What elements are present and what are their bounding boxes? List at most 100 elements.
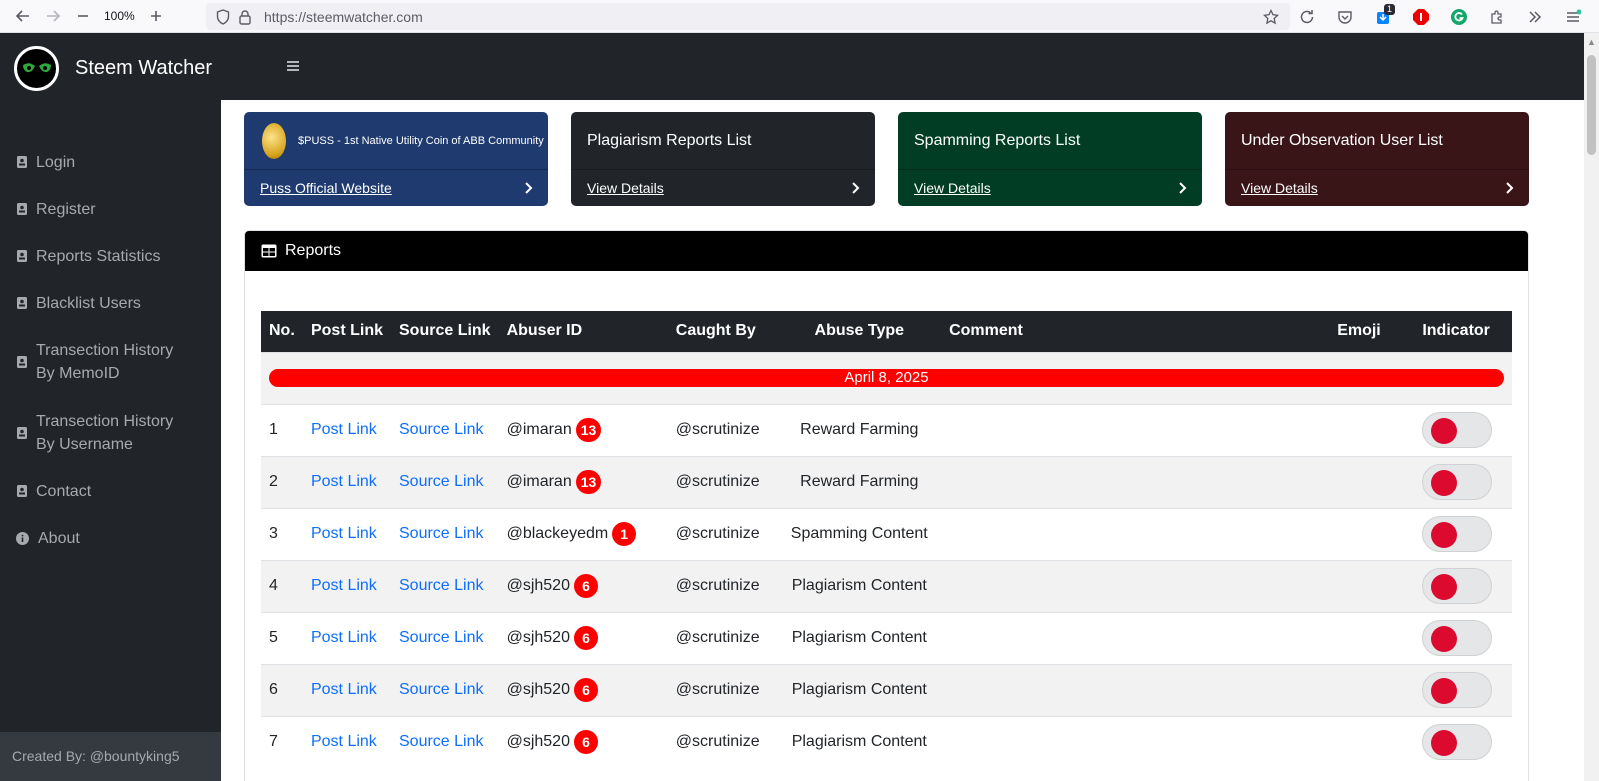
source-link[interactable]: Source Link [399,733,484,750]
card-footer[interactable]: Puss Official Website [244,169,548,206]
card-spamming-reports: Spamming Reports List View Details [898,112,1202,206]
lock-icon[interactable] [234,9,256,25]
column-header[interactable]: Comment [941,311,1330,352]
source-link[interactable]: Source Link [399,629,484,646]
extension-download-icon[interactable]: 1 [1367,3,1399,30]
indicator-toggle[interactable] [1422,412,1493,448]
abuser-id[interactable]: @sjh520 [507,733,570,750]
abuse-count-badge: 13 [575,418,602,442]
back-icon[interactable] [8,3,38,29]
post-link[interactable]: Post Link [311,629,377,646]
caught-by: @scrutinize [667,403,778,456]
card-header: Under Observation User List [1241,131,1443,149]
forward-icon[interactable] [38,3,68,29]
shield-icon[interactable] [212,8,234,25]
card-plagiarism-reports: Plagiarism Reports List View Details [571,112,875,206]
indicator-toggle[interactable] [1422,672,1493,708]
indicator-toggle[interactable] [1422,464,1493,500]
card-footer[interactable]: View Details [571,169,875,206]
sidebar-item-blacklist-users[interactable]: Blacklist Users [16,292,141,315]
post-link[interactable]: Post Link [311,577,377,594]
site-logo[interactable] [14,46,59,91]
url-bar[interactable]: https://steemwatcher.com [206,3,1290,30]
brand-title[interactable]: Steem Watcher [75,57,212,80]
indicator-toggle[interactable] [1422,724,1493,761]
zoom-level[interactable]: 100% [98,9,141,23]
scroll-thumb[interactable] [1587,55,1596,155]
source-link[interactable]: Source Link [399,525,484,542]
post-link[interactable]: Post Link [311,681,377,698]
post-link[interactable]: Post Link [311,421,377,438]
card-header: $PUSS - 1st Native Utility Coin of ABB C… [244,112,548,169]
card-footer[interactable]: View Details [898,169,1202,206]
sidebar-item-reports-statistics[interactable]: Reports Statistics [16,245,160,268]
address-card-icon [17,250,27,262]
sidebar-item-transaction-history-username[interactable]: Transection History By Username [16,410,196,456]
indicator-toggle[interactable] [1422,516,1493,552]
abuser-id[interactable]: @imaran [507,421,572,438]
extension-badge: 1 [1383,3,1395,15]
reload-icon[interactable] [1291,4,1323,30]
chevron-right-icon[interactable] [524,182,534,194]
sidebar-item-about[interactable]: About [16,527,80,550]
app-menu-icon[interactable] [1557,4,1589,30]
zoom-out-icon[interactable] [68,3,98,29]
column-header[interactable]: Indicator [1414,311,1512,352]
abuser-id[interactable]: @imaran [507,473,572,490]
card-link[interactable]: Puss Official Website [260,180,392,196]
grammarly-icon[interactable] [1443,4,1475,30]
column-header[interactable]: No. [261,311,303,352]
row-number: 4 [261,559,303,612]
abuse-count-badge: 6 [573,730,598,755]
column-header[interactable]: Abuse Type [777,311,942,352]
source-link[interactable]: Source Link [399,421,484,438]
overflow-chevron-icon[interactable] [1519,4,1551,30]
sidebar-item-contact[interactable]: Contact [16,480,91,503]
abuser-id[interactable]: @sjh520 [507,629,570,646]
card-footer[interactable]: View Details [1225,169,1529,206]
abuser-id[interactable]: @sjh520 [507,681,570,698]
column-header[interactable]: Caught By [667,311,778,352]
emoji-cell [1329,611,1415,664]
column-header[interactable]: Post Link [302,311,391,352]
abuser-id[interactable]: @blackeyedm [507,525,609,542]
hamburger-menu-icon[interactable] [286,57,300,78]
abuser-id[interactable]: @sjh520 [507,577,570,594]
post-link[interactable]: Post Link [311,733,377,750]
source-link[interactable]: Source Link [399,577,484,594]
card-link[interactable]: View Details [587,180,664,196]
post-link[interactable]: Post Link [311,473,377,490]
emoji-cell [1329,455,1415,508]
source-link[interactable]: Source Link [399,473,484,490]
column-header[interactable]: Source Link [391,311,499,352]
column-header[interactable]: Abuser ID [498,311,668,352]
indicator-toggle[interactable] [1422,620,1493,656]
extensions-puzzle-icon[interactable] [1481,4,1513,30]
zoom-in-icon[interactable] [141,3,171,29]
bookmark-star-icon[interactable] [1260,8,1282,25]
comment-cell [941,403,1330,456]
url-text[interactable]: https://steemwatcher.com [264,9,423,25]
sidebar-item-login[interactable]: Login [16,151,75,174]
scroll-up-arrow-icon[interactable]: ▲ [1587,37,1596,47]
page-scrollbar[interactable]: ▲ [1584,33,1599,781]
post-link[interactable]: Post Link [311,525,377,542]
card-link[interactable]: View Details [1241,180,1318,196]
source-link[interactable]: Source Link [399,681,484,698]
adblock-icon[interactable] [1405,4,1437,30]
indicator-knob [1431,522,1458,548]
table-row: 2 Post Link Source Link @imaran 13 @scrutiniz… [261,455,1512,508]
pocket-icon[interactable] [1329,4,1361,30]
sidebar-item-register[interactable]: Register [16,198,96,221]
sidebar: Login Register Reports Statistics Blackl… [0,100,221,781]
card-link[interactable]: View Details [914,180,991,196]
column-header[interactable]: Emoji [1329,311,1415,352]
indicator-toggle[interactable] [1422,568,1493,604]
chevron-right-icon[interactable] [851,182,861,194]
card-puss-coin: $PUSS - 1st Native Utility Coin of ABB C… [244,112,548,206]
chevron-right-icon[interactable] [1178,182,1188,194]
sidebar-item-transaction-history-memoid[interactable]: Transection History By MemoID [16,339,196,385]
indicator-knob [1431,418,1458,444]
emoji-cell [1329,403,1415,456]
chevron-right-icon[interactable] [1505,182,1515,194]
